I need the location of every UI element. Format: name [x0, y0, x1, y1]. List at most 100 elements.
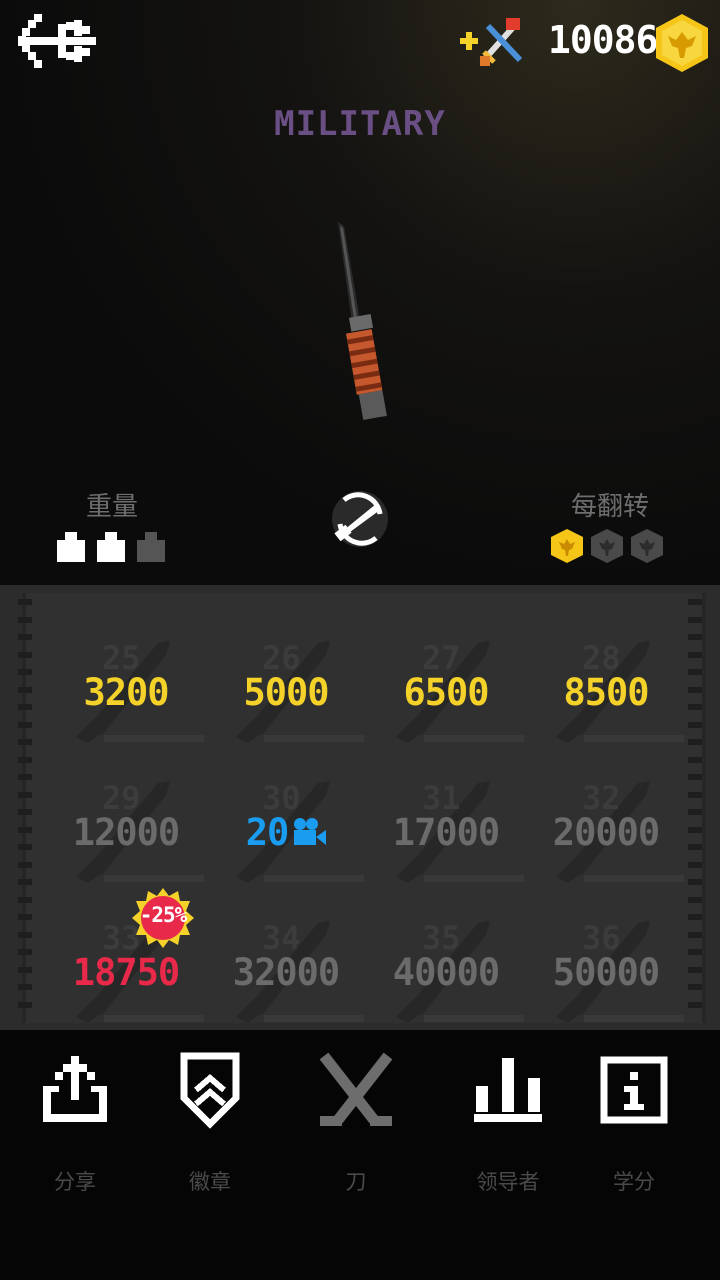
knife-slot-bar: [104, 875, 204, 882]
film-perforation: [688, 844, 702, 850]
knife-preview-panel: 10086 MILITARY 重量 每翻转: [0, 0, 720, 585]
film-perforation: [688, 634, 702, 640]
film-perforation: [18, 896, 32, 903]
nav-knives[interactable]: 刀: [296, 1050, 416, 1194]
film-perforation: [688, 879, 702, 885]
crossed-weapons-plus-icon: [460, 18, 523, 66]
film-perforation: [688, 651, 702, 658]
knife-slot[interactable]: 30 20: [206, 745, 366, 885]
add-weapon-button[interactable]: [458, 16, 528, 68]
back-button[interactable]: [18, 12, 98, 70]
per-flip-label: 每翻转: [570, 492, 649, 522]
film-perforation: [18, 739, 32, 745]
knife-slot-bar: [104, 1015, 204, 1022]
film-perforation: [688, 669, 702, 675]
bottom-navigation: 分享 徽章 刀 领导者 学分: [0, 1030, 720, 1280]
knife-slot[interactable]: 34 32000: [206, 885, 366, 1025]
discount-badge-text: -25%: [139, 903, 188, 927]
knife-slot-bar: [264, 875, 364, 882]
film-perforation: [688, 704, 702, 710]
film-perforation: [688, 896, 702, 903]
knife-slot-price: 32000: [232, 951, 340, 994]
film-perforation: [18, 686, 32, 693]
film-perforation: [688, 756, 702, 763]
film-perforation: [688, 774, 702, 780]
film-perforation: [18, 634, 32, 640]
nav-badges-label: 徽章: [189, 1170, 231, 1194]
film-perforation: [18, 721, 32, 728]
knife-slot-price: 5000: [243, 671, 329, 714]
share-icon: [43, 1056, 107, 1122]
film-perforation: [18, 931, 32, 938]
weight-icon: [137, 532, 165, 562]
film-perforation: [18, 616, 32, 623]
knife-slot-price: 50000: [552, 951, 660, 994]
knife-slot-price: 6500: [403, 671, 489, 714]
film-perforation: [18, 599, 32, 605]
film-perforation: [688, 721, 702, 728]
coin-balance: 10086: [548, 18, 658, 62]
film-perforation: [688, 616, 702, 623]
knife-slot[interactable]: 27 6500: [366, 605, 526, 745]
film-perforation: [18, 774, 32, 780]
film-perforation: [688, 984, 702, 990]
knife-slot[interactable]: 32 20000: [526, 745, 686, 885]
knife-slot[interactable]: 29 12000: [46, 745, 206, 885]
film-perforation: [18, 791, 32, 798]
back-arrow-icon: [18, 14, 96, 68]
film-perforation: [18, 809, 32, 815]
knife-slot[interactable]: 31 17000: [366, 745, 526, 885]
eagle-coin-icon: [551, 529, 583, 563]
shield-badge-icon: [180, 1052, 240, 1129]
knife-title: MILITARY: [274, 104, 446, 144]
knife-slot[interactable]: 26 5000: [206, 605, 366, 745]
film-perforation: [688, 966, 702, 973]
knife-slot-price: 17000: [392, 811, 500, 854]
nav-credits[interactable]: 学分: [574, 1050, 694, 1194]
info-icon: [600, 1056, 668, 1124]
nav-leaders[interactable]: 领导者: [448, 1050, 568, 1194]
knife-slot-bar: [264, 1015, 364, 1022]
film-perforation: [688, 791, 702, 798]
knife-slot-price: 20000: [552, 811, 660, 854]
film-perforation: [688, 861, 702, 868]
knife-slot-bar: [584, 1015, 684, 1022]
film-perforation: [18, 1001, 32, 1008]
knife-slot-bar: [424, 875, 524, 882]
knife-slot-price: 40000: [392, 951, 500, 994]
film-perforation: [688, 949, 702, 955]
knife-slot-bar: [584, 875, 684, 882]
film-perforation: [688, 931, 702, 938]
knife-slot[interactable]: 36 50000: [526, 885, 686, 1025]
film-perforation: [18, 879, 32, 885]
film-perforation: [18, 844, 32, 850]
knife-slot[interactable]: 35 40000: [366, 885, 526, 1025]
film-perforation: [18, 984, 32, 990]
nav-share[interactable]: 分享: [15, 1050, 135, 1194]
knife-slot-bar: [264, 735, 364, 742]
nav-knives-label: 刀: [345, 1170, 367, 1194]
knife-flip-icon: [332, 491, 388, 547]
knife-slot[interactable]: 28 8500: [526, 605, 686, 745]
film-perforation: [688, 739, 702, 745]
flip-knife-button[interactable]: [330, 488, 390, 550]
film-perforation: [688, 1001, 702, 1008]
film-perforation: [18, 704, 32, 710]
knife-slot[interactable]: 25 3200: [46, 605, 206, 745]
nav-badges[interactable]: 徽章: [150, 1050, 270, 1194]
eagle-coin-icon: [591, 529, 623, 563]
knife-slot-price: 8500: [563, 671, 649, 714]
knife-slot-price: 20: [206, 811, 366, 854]
nav-leaders-label: 领导者: [476, 1170, 540, 1194]
knife-slot-bar: [424, 1015, 524, 1022]
nav-share-label: 分享: [54, 1170, 96, 1194]
knife-slot-price: 12000: [72, 811, 180, 854]
weight-icon: [57, 532, 85, 562]
film-perforation: [18, 914, 32, 920]
film-perforation: [18, 669, 32, 675]
weight-indicator: [55, 530, 175, 564]
eagle-coin-icon: [631, 529, 663, 563]
knife-shop-grid: 25 3200 26 5000 27 6500 28 8500 29 12000 30 20 31 170…: [0, 585, 720, 1030]
film-perforation: [18, 651, 32, 658]
knife-preview-image[interactable]: [320, 216, 410, 426]
